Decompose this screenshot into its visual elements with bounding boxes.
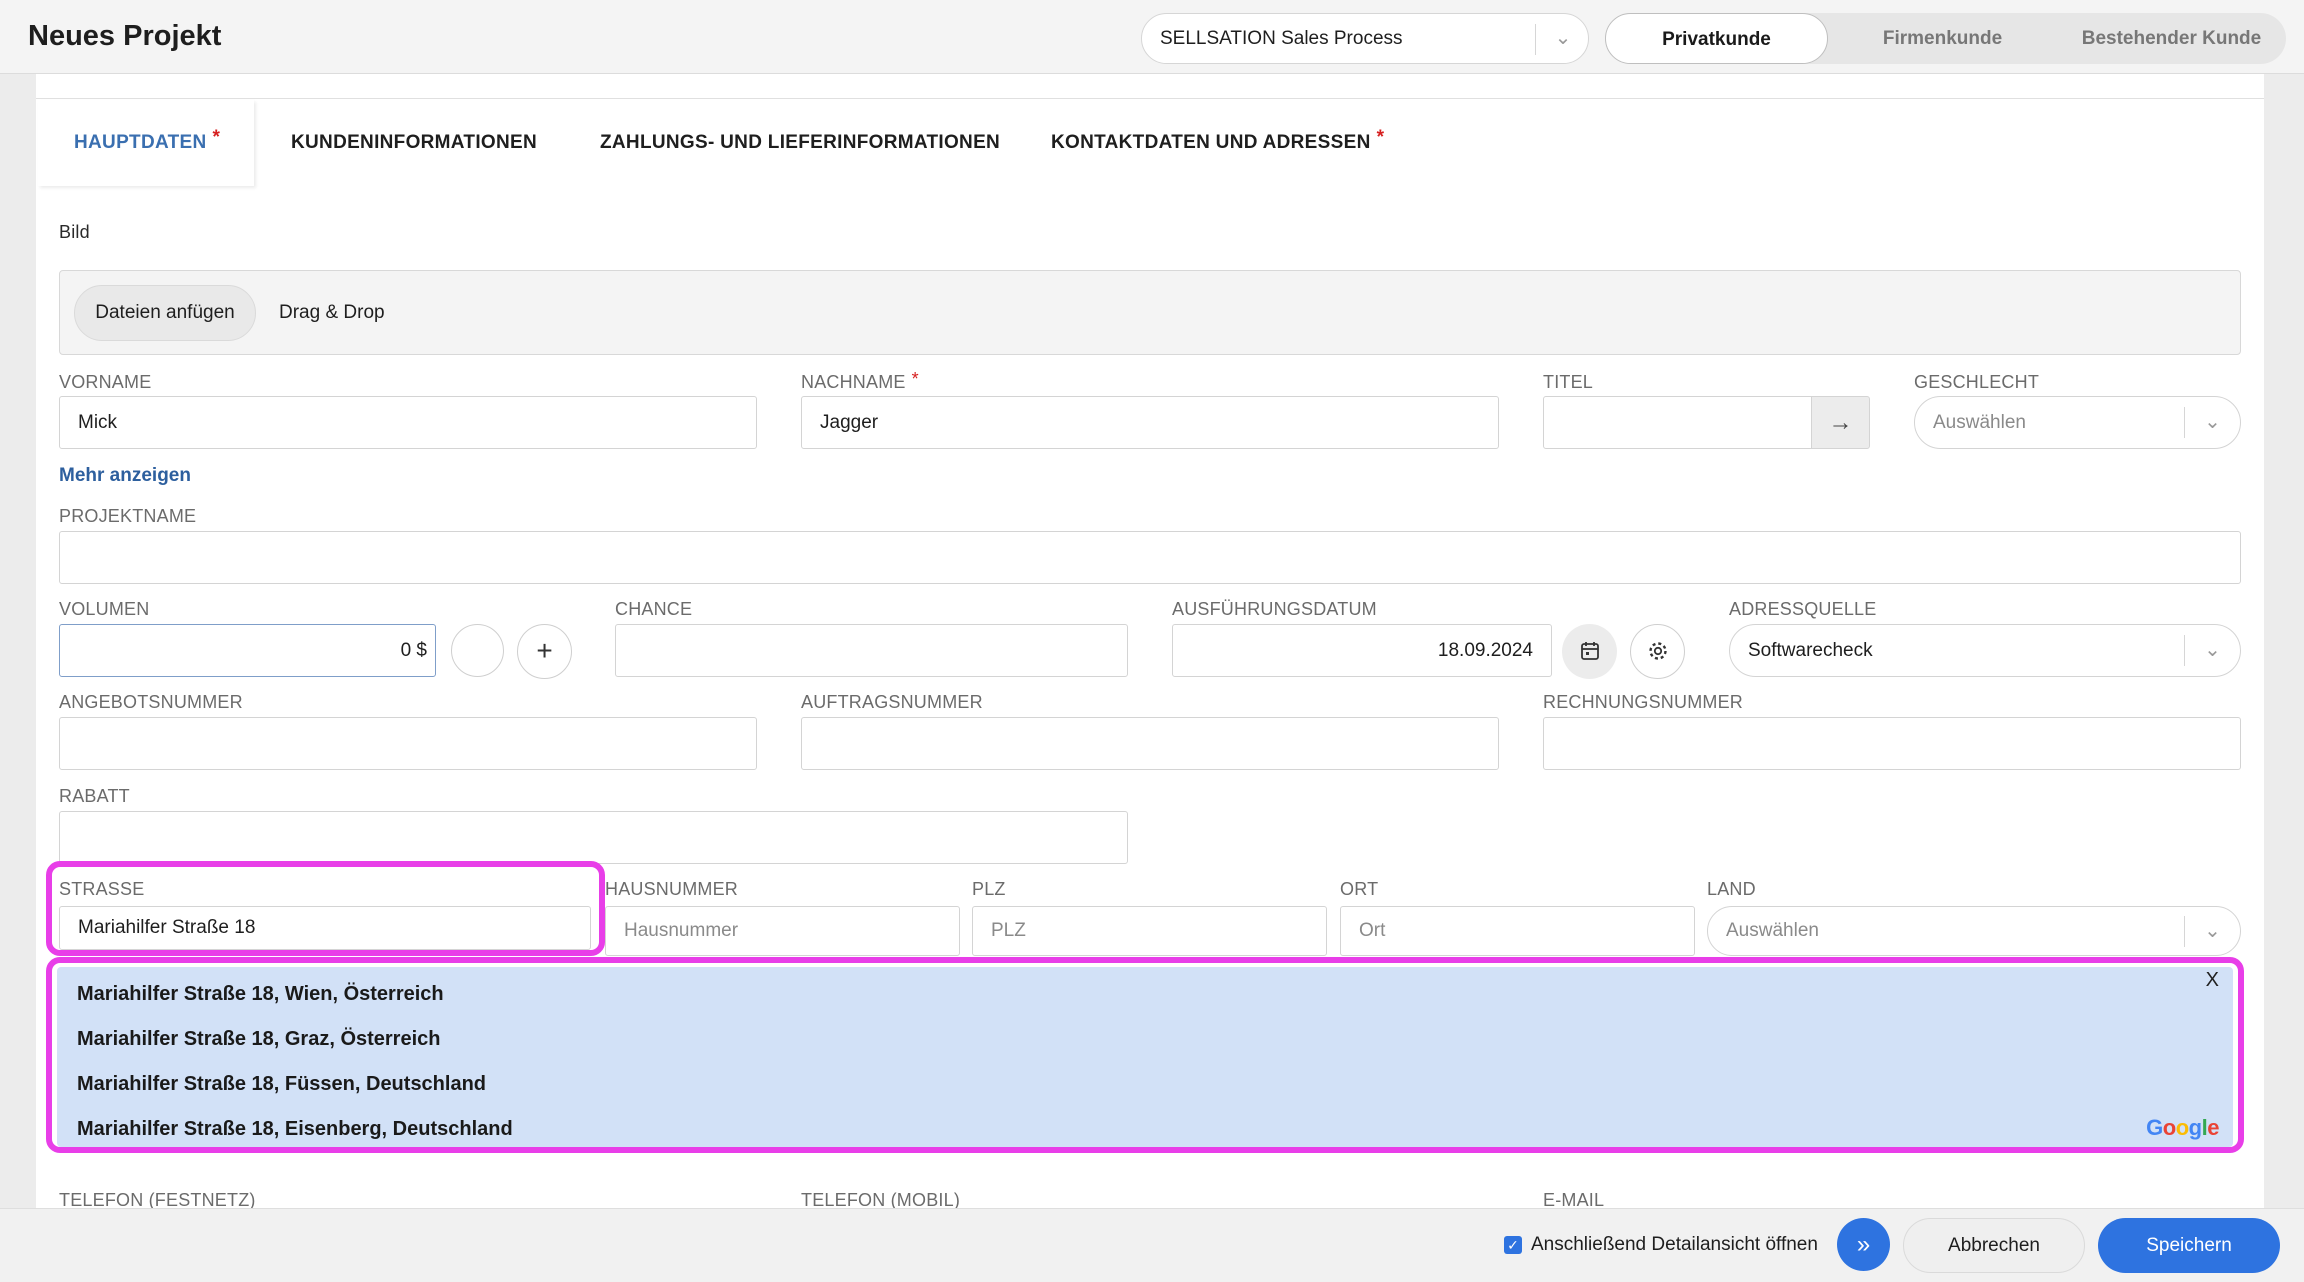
geschlecht-label: GESCHLECHT	[1914, 372, 2040, 392]
gear-icon[interactable]	[1630, 624, 1685, 679]
projektname-input[interactable]	[59, 531, 2241, 584]
land-select-value: Auswählen	[1726, 920, 1819, 941]
chance-label: CHANCE	[615, 599, 693, 619]
calendar-icon-svg	[1580, 642, 1599, 660]
chevron-down-icon[interactable]: ⌄	[2184, 916, 2240, 947]
ausfuehrungsdatum-input[interactable]: 18.09.2024	[1172, 624, 1552, 677]
required-marker: *	[212, 127, 221, 148]
open-detail-checkbox[interactable]: ✓	[1504, 1236, 1522, 1254]
segment-bestehender-kunde[interactable]: Bestehender Kunde	[2057, 13, 2286, 64]
tab-zahlungs-und-lieferinformationen[interactable]: ZAHLUNGS- UND LIEFERINFORMATIONEN	[600, 100, 1000, 186]
chevron-down-icon[interactable]: ⌄	[2184, 635, 2240, 666]
file-dropzone[interactable]: Dateien anfügen Drag & Drop	[59, 270, 2241, 355]
land-select[interactable]: Auswählen ⌄	[1707, 906, 2241, 956]
rechnungsnummer-input[interactable]	[1543, 717, 2241, 770]
segment-firmenkunde[interactable]: Firmenkunde	[1828, 13, 2057, 64]
process-select[interactable]: SELLSATION Sales Process ⌄	[1141, 13, 1589, 64]
nachname-label: NACHNAME *	[801, 369, 919, 393]
segment-privatkunde[interactable]: Privatkunde	[1605, 13, 1828, 64]
adressquelle-label: ADRESSQUELLE	[1729, 599, 1877, 619]
double-chevron-right-icon[interactable]: »	[1837, 1218, 1890, 1271]
process-select-value: SELLSATION Sales Process	[1160, 28, 1403, 49]
tab-kundeninformationen[interactable]: KUNDENINFORMATIONEN	[291, 100, 537, 186]
save-button[interactable]: Speichern	[2098, 1218, 2280, 1273]
volumen-label: VOLUMEN	[59, 599, 150, 619]
tab-divider	[36, 98, 2264, 99]
suggestions-highlight-frame	[46, 957, 2244, 1153]
chance-input[interactable]	[615, 624, 1128, 677]
gear-icon-svg	[1648, 642, 1667, 660]
attach-files-button[interactable]: Dateien anfügen	[74, 285, 256, 341]
titel-input[interactable]	[1543, 396, 1814, 449]
tab-label: KUNDENINFORMATIONEN	[291, 132, 538, 153]
nachname-input[interactable]: Jagger	[801, 396, 1499, 449]
tab-hauptdaten[interactable]: HAUPTDATEN *	[38, 100, 254, 186]
chevron-down-icon[interactable]: ⌄	[1549, 24, 1577, 52]
color-circle-button[interactable]	[451, 624, 504, 677]
tab-label: KONTAKTDATEN UND ADRESSEN	[1051, 132, 1371, 153]
tab-label: ZAHLUNGS- UND LIEFERINFORMATIONEN	[600, 132, 1001, 153]
adressquelle-select[interactable]: Softwarecheck ⌄	[1729, 624, 2241, 677]
plz-input[interactable]: PLZ	[972, 906, 1327, 956]
nachname-label-text: NACHNAME	[801, 372, 906, 392]
image-label: Bild	[59, 222, 90, 242]
ausfuehrungsdatum-label: AUSFÜHRUNGSDATUM	[1172, 599, 1377, 619]
select-separator	[1535, 24, 1536, 55]
titel-label: TITEL	[1543, 372, 1594, 392]
hausnummer-input[interactable]: Hausnummer	[605, 906, 960, 956]
vorname-label: VORNAME	[59, 372, 152, 392]
plus-icon[interactable]: +	[517, 624, 572, 679]
customer-type-segmented-control: Privatkunde Firmenkunde Bestehender Kund…	[1605, 13, 2286, 64]
required-marker: *	[1376, 127, 1385, 148]
rabatt-input[interactable]	[59, 811, 1128, 864]
adressquelle-select-value: Softwarecheck	[1748, 640, 1873, 661]
ort-input[interactable]: Ort	[1340, 906, 1695, 956]
hausnummer-label: HAUSNUMMER	[605, 879, 739, 899]
show-more-link[interactable]: Mehr anzeigen	[59, 465, 191, 487]
land-label: LAND	[1707, 879, 1756, 899]
page-title: Neues Projekt	[28, 20, 222, 52]
calendar-icon[interactable]	[1562, 624, 1617, 679]
projektname-label: PROJEKTNAME	[59, 506, 197, 526]
arrow-right-icon[interactable]: →	[1811, 396, 1870, 449]
cancel-button[interactable]: Abbrechen	[1903, 1218, 2085, 1273]
ort-label: ORT	[1340, 879, 1379, 899]
volumen-input[interactable]: 0 $	[59, 624, 436, 677]
tab-kontaktdaten-und-adressen[interactable]: KONTAKTDATEN UND ADRESSEN *	[1051, 100, 1384, 186]
required-marker: *	[911, 369, 919, 389]
tab-label: HAUPTDATEN	[74, 132, 207, 153]
angebotsnummer-input[interactable]	[59, 717, 757, 770]
angebotsnummer-label: ANGEBOTSNUMMER	[59, 692, 243, 712]
geschlecht-select-value: Auswählen	[1933, 412, 2026, 433]
vorname-input[interactable]: Mick	[59, 396, 757, 449]
plz-label: PLZ	[972, 879, 1006, 899]
geschlecht-select[interactable]: Auswählen ⌄	[1914, 396, 2241, 449]
street-highlight-frame	[46, 861, 605, 956]
chevron-down-icon[interactable]: ⌄	[2184, 407, 2240, 438]
open-detail-checkbox-label: Anschließend Detailansicht öffnen	[1531, 1234, 1818, 1255]
auftragsnummer-input[interactable]	[801, 717, 1499, 770]
rechnungsnummer-label: RECHNUNGSNUMMER	[1543, 692, 1743, 712]
auftragsnummer-label: AUFTRAGSNUMMER	[801, 692, 983, 712]
drag-drop-hint: Drag & Drop	[279, 302, 385, 323]
rabatt-label: RABATT	[59, 786, 130, 806]
